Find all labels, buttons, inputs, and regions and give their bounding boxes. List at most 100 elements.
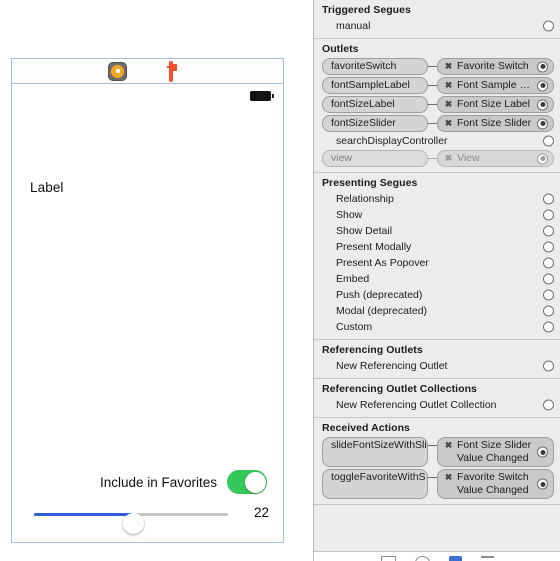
disconnect-icon[interactable]: ✖: [444, 100, 453, 109]
first-responder-icon[interactable]: [139, 63, 156, 80]
section-rows: favoriteSwitch ✖ Favorite Switch fontSample…: [314, 58, 560, 172]
inspector-tab-bar[interactable]: [314, 551, 560, 561]
connection-source-pill[interactable]: favoriteSwitch: [322, 58, 428, 75]
connection-well-empty[interactable]: [543, 399, 554, 411]
connection-row[interactable]: Present Modally: [314, 240, 560, 254]
scene-dock[interactable]: [12, 59, 283, 84]
connection-target-pill[interactable]: ✖ Font Size Label: [437, 96, 554, 113]
font-size-label[interactable]: 22: [254, 505, 269, 520]
connection-well-filled[interactable]: [537, 446, 548, 458]
device-screen[interactable]: Label Include in Favorites 22: [12, 84, 283, 542]
connection-row-label: Present As Popover: [336, 257, 429, 269]
outlet-connection-row[interactable]: slideFontSizeWithSli… ✖ Font Size Slider Va…: [322, 437, 554, 467]
connection-row[interactable]: manual: [314, 19, 560, 33]
connection-well-filled[interactable]: [537, 153, 548, 164]
disconnect-icon[interactable]: ✖: [444, 81, 453, 90]
outlet-connection-row[interactable]: view ✖ View: [322, 150, 554, 167]
font-sample-label[interactable]: Label: [30, 180, 64, 195]
connection-source-pill[interactable]: toggleFavoriteWithS…: [322, 469, 428, 499]
section-title: Referencing Outlets: [322, 344, 423, 356]
section-title: Received Actions: [322, 422, 410, 434]
outlet-connection-row[interactable]: fontSampleLabel ✖ Font Sample La…: [322, 77, 554, 94]
connection-row[interactable]: Modal (deprecated): [314, 304, 560, 318]
disconnect-icon[interactable]: ✖: [444, 154, 453, 163]
disconnect-icon[interactable]: ✖: [444, 119, 453, 128]
exit-icon[interactable]: [169, 60, 186, 82]
connection-row[interactable]: Embed: [314, 272, 560, 286]
connection-well-empty[interactable]: [543, 225, 554, 237]
connection-row[interactable]: Show: [314, 208, 560, 222]
view-controller-scene[interactable]: Label Include in Favorites 22: [11, 58, 284, 543]
connection-row[interactable]: New Referencing Outlet: [314, 359, 560, 373]
connection-target-pill[interactable]: ✖ Font Size Slider Value Changed: [437, 437, 554, 467]
connection-row[interactable]: Show Detail: [314, 224, 560, 238]
connection-well-empty[interactable]: [543, 273, 554, 285]
outlet-connection-row[interactable]: toggleFavoriteWithS… ✖ Favorite Switch Valu…: [322, 469, 554, 499]
outlet-connection-row[interactable]: fontSizeSlider ✖ Font Size Slider: [322, 115, 554, 132]
connection-well-empty[interactable]: [543, 360, 554, 372]
attributes-inspector-tab[interactable]: [480, 556, 494, 561]
connection-well-empty[interactable]: [543, 321, 554, 333]
connection-row-label: Show: [336, 209, 363, 221]
connection-target-label: View: [457, 152, 480, 164]
connection-target-pill[interactable]: ✖ Favorite Switch Value Changed: [437, 469, 554, 499]
section-rows: New Referencing Outlet: [314, 359, 560, 378]
connection-link-line: [428, 150, 437, 167]
connection-well-filled[interactable]: [537, 61, 548, 72]
switch-knob: [244, 471, 266, 493]
file-inspector-tab[interactable]: [380, 556, 396, 561]
favorites-row: Include in Favorites: [12, 470, 283, 494]
connection-link-line: [428, 437, 437, 467]
connection-row[interactable]: Relationship: [314, 192, 560, 206]
favorite-switch[interactable]: [227, 470, 267, 494]
connection-well-empty[interactable]: [543, 289, 554, 301]
connection-well-filled[interactable]: [537, 80, 548, 91]
include-in-favorites-label[interactable]: Include in Favorites: [100, 475, 217, 490]
inspector-section: Triggered Segues manual: [314, 0, 560, 38]
connection-row[interactable]: Push (deprecated): [314, 288, 560, 302]
connection-well-empty[interactable]: [543, 257, 554, 269]
connection-source-pill[interactable]: fontSizeSlider: [322, 115, 428, 132]
connection-well-empty[interactable]: [543, 241, 554, 253]
connection-target-pill[interactable]: ✖ Favorite Switch: [437, 58, 554, 75]
section-title: Outlets: [322, 43, 359, 55]
connection-well-empty[interactable]: [543, 305, 554, 317]
connection-row[interactable]: Present As Popover: [314, 256, 560, 270]
outlet-connection-row[interactable]: favoriteSwitch ✖ Favorite Switch: [322, 58, 554, 75]
font-size-slider-row: 22: [12, 503, 283, 534]
connection-target-pill[interactable]: ✖ View: [437, 150, 554, 167]
connection-row[interactable]: New Referencing Outlet Collection: [314, 398, 560, 412]
connection-well-filled[interactable]: [537, 99, 548, 110]
connection-well-empty[interactable]: [543, 209, 554, 221]
font-size-slider[interactable]: [34, 513, 228, 534]
connection-well-empty[interactable]: [543, 20, 554, 32]
connection-well-empty[interactable]: [543, 193, 554, 205]
view-controller-icon[interactable]: [109, 62, 126, 80]
disconnect-icon[interactable]: ✖: [444, 62, 453, 71]
quick-help-inspector-tab[interactable]: [414, 556, 430, 561]
connection-source-pill[interactable]: view: [322, 150, 428, 167]
slider-knob[interactable]: [122, 513, 144, 534]
connection-target-label: Font Size Slider: [457, 117, 532, 129]
inspector-section: Presenting Segues Relationship Show Show De…: [314, 172, 560, 339]
connection-well-empty[interactable]: [543, 135, 554, 147]
connection-well-filled[interactable]: [537, 478, 548, 490]
connection-well-filled[interactable]: [537, 118, 548, 129]
connection-source-pill[interactable]: fontSampleLabel: [322, 77, 428, 94]
connection-link-line: [428, 96, 437, 113]
connection-link-line: [428, 58, 437, 75]
disconnect-icon[interactable]: ✖: [444, 473, 453, 482]
storyboard-canvas[interactable]: Label Include in Favorites 22: [0, 0, 313, 561]
connection-target-pill[interactable]: ✖ Font Sample La…: [437, 77, 554, 94]
outlet-connection-row[interactable]: fontSizeLabel ✖ Font Size Label: [322, 96, 554, 113]
connection-source-pill[interactable]: fontSizeLabel: [322, 96, 428, 113]
connection-row[interactable]: searchDisplayController: [314, 134, 560, 148]
section-title: Presenting Segues: [322, 177, 418, 189]
identity-inspector-tab[interactable]: [448, 556, 462, 561]
connections-inspector[interactable]: Triggered Segues manual Outlets favoriteSwi…: [313, 0, 560, 561]
connection-row[interactable]: Custom: [314, 320, 560, 334]
connection-event-label: Value Changed: [457, 452, 529, 464]
connection-source-pill[interactable]: slideFontSizeWithSli…: [322, 437, 428, 467]
disconnect-icon[interactable]: ✖: [444, 441, 453, 450]
connection-target-pill[interactable]: ✖ Font Size Slider: [437, 115, 554, 132]
